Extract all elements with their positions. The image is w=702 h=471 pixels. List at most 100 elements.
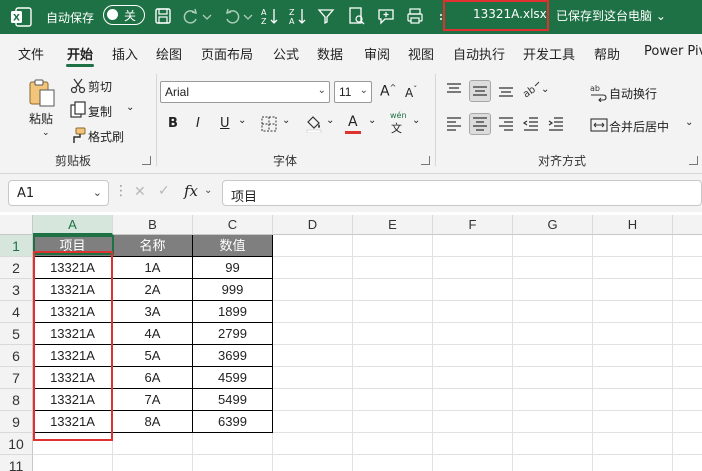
row-header-11[interactable]: 11 <box>0 455 33 471</box>
align-bottom-icon[interactable] <box>496 80 516 100</box>
empty-cell[interactable] <box>673 455 702 471</box>
row-header-8[interactable]: 8 <box>0 389 33 411</box>
data-cell[interactable]: 4599 <box>193 367 273 389</box>
empty-cell[interactable] <box>273 367 353 389</box>
header-cell[interactable]: 项目 <box>33 235 113 257</box>
align-center-icon[interactable] <box>469 113 491 135</box>
data-cell[interactable]: 13321A <box>33 345 113 367</box>
data-cell[interactable]: 13321A <box>33 279 113 301</box>
orientation-icon[interactable]: ab <box>521 80 541 100</box>
borders-dropdown-icon[interactable]: ⌄ <box>282 115 290 126</box>
paste-icon[interactable] <box>27 78 57 108</box>
empty-cell[interactable] <box>673 279 702 301</box>
empty-cell[interactable] <box>593 411 673 433</box>
data-cell[interactable]: 2799 <box>193 323 273 345</box>
empty-cell[interactable] <box>273 257 353 279</box>
cut-icon[interactable] <box>68 76 88 96</box>
tab-draw[interactable]: 绘图 <box>156 44 182 63</box>
column-header-g[interactable]: G <box>513 215 593 235</box>
file-name[interactable]: 13321A.xlsx <box>473 7 547 21</box>
format-painter-button[interactable]: 格式刷 <box>88 128 124 145</box>
empty-cell[interactable] <box>273 279 353 301</box>
empty-cell[interactable] <box>273 235 353 257</box>
row-header-4[interactable]: 4 <box>0 301 33 323</box>
redo-dropdown-icon[interactable] <box>201 6 213 26</box>
empty-cell[interactable] <box>433 433 513 455</box>
empty-cell[interactable] <box>513 323 593 345</box>
bold-button[interactable]: B <box>168 116 178 131</box>
empty-cell[interactable] <box>433 345 513 367</box>
tab-view[interactable]: 视图 <box>408 44 434 63</box>
autosave-toggle[interactable]: 关 <box>103 5 145 25</box>
empty-cell[interactable] <box>593 279 673 301</box>
phonetic-guide-icon[interactable]: wén <box>390 111 407 120</box>
data-cell[interactable]: 5499 <box>193 389 273 411</box>
underline-dropdown-icon[interactable]: ⌄ <box>238 115 246 126</box>
underline-button[interactable]: U <box>220 116 230 131</box>
merge-center-icon[interactable] <box>589 115 609 135</box>
empty-cell[interactable] <box>273 455 353 471</box>
empty-cell[interactable] <box>433 301 513 323</box>
empty-cell[interactable] <box>433 411 513 433</box>
empty-cell[interactable] <box>593 345 673 367</box>
tab-power-pivot[interactable]: Power Piv <box>644 44 702 59</box>
clipboard-launcher-icon[interactable] <box>142 156 151 165</box>
data-cell[interactable]: 1A <box>113 257 193 279</box>
empty-cell[interactable] <box>593 257 673 279</box>
empty-cell[interactable] <box>273 301 353 323</box>
merge-center-button[interactable]: 合并后居中 <box>609 118 669 135</box>
empty-cell[interactable] <box>273 345 353 367</box>
data-cell[interactable]: 13321A <box>33 257 113 279</box>
more-options-icon[interactable]: ⋮ <box>114 183 128 199</box>
empty-cell[interactable] <box>113 433 193 455</box>
font-size-select[interactable]: 11 ⌄ <box>334 81 372 103</box>
column-header-partial[interactable] <box>673 215 702 235</box>
font-color-dropdown-icon[interactable]: ⌄ <box>368 115 376 126</box>
data-cell[interactable]: 13321A <box>33 301 113 323</box>
column-header-f[interactable]: F <box>433 215 513 235</box>
cancel-icon[interactable]: ✕ <box>134 184 146 200</box>
column-header-d[interactable]: D <box>273 215 353 235</box>
align-top-icon[interactable] <box>444 80 464 100</box>
column-header-c[interactable]: C <box>193 215 273 235</box>
tab-help[interactable]: 帮助 <box>594 44 620 63</box>
sort-ascending-icon[interactable]: AZ <box>260 6 280 26</box>
sort-descending-icon[interactable]: ZA <box>288 6 308 26</box>
copy-button[interactable]: 复制 <box>88 103 112 120</box>
empty-cell[interactable] <box>593 323 673 345</box>
row-header-7[interactable]: 7 <box>0 367 33 389</box>
data-cell[interactable]: 1899 <box>193 301 273 323</box>
empty-cell[interactable] <box>353 367 433 389</box>
empty-cell[interactable] <box>593 301 673 323</box>
empty-cell[interactable] <box>513 301 593 323</box>
format-painter-icon[interactable] <box>68 126 88 146</box>
merge-dropdown-icon[interactable]: ⌄ <box>685 117 693 128</box>
empty-cell[interactable] <box>673 235 702 257</box>
empty-cell[interactable] <box>353 301 433 323</box>
data-cell[interactable]: 6399 <box>193 411 273 433</box>
empty-cell[interactable] <box>593 433 673 455</box>
font-launcher-icon[interactable] <box>421 156 430 165</box>
column-header-h[interactable]: H <box>593 215 673 235</box>
row-header-10[interactable]: 10 <box>0 433 33 455</box>
tab-home[interactable]: 开始 <box>67 44 93 63</box>
tab-file[interactable]: 文件 <box>18 44 44 63</box>
filter-icon[interactable] <box>316 6 336 26</box>
increase-font-icon[interactable]: A^ <box>380 83 396 100</box>
data-cell[interactable]: 8A <box>113 411 193 433</box>
empty-cell[interactable] <box>353 235 433 257</box>
empty-cell[interactable] <box>353 323 433 345</box>
align-middle-icon[interactable] <box>469 80 491 102</box>
empty-cell[interactable] <box>353 345 433 367</box>
data-cell[interactable]: 13321A <box>33 411 113 433</box>
empty-cell[interactable] <box>433 323 513 345</box>
undo-dropdown-icon[interactable] <box>242 6 254 26</box>
paste-button[interactable]: 粘贴 <box>29 110 53 127</box>
empty-cell[interactable] <box>433 257 513 279</box>
empty-cell[interactable] <box>513 455 593 471</box>
copy-dropdown-icon[interactable]: ⌄ <box>126 102 134 113</box>
font-color-button[interactable]: A <box>348 114 358 130</box>
data-cell[interactable]: 13321A <box>33 389 113 411</box>
comment-icon[interactable] <box>376 6 396 26</box>
row-header-2[interactable]: 2 <box>0 257 33 279</box>
